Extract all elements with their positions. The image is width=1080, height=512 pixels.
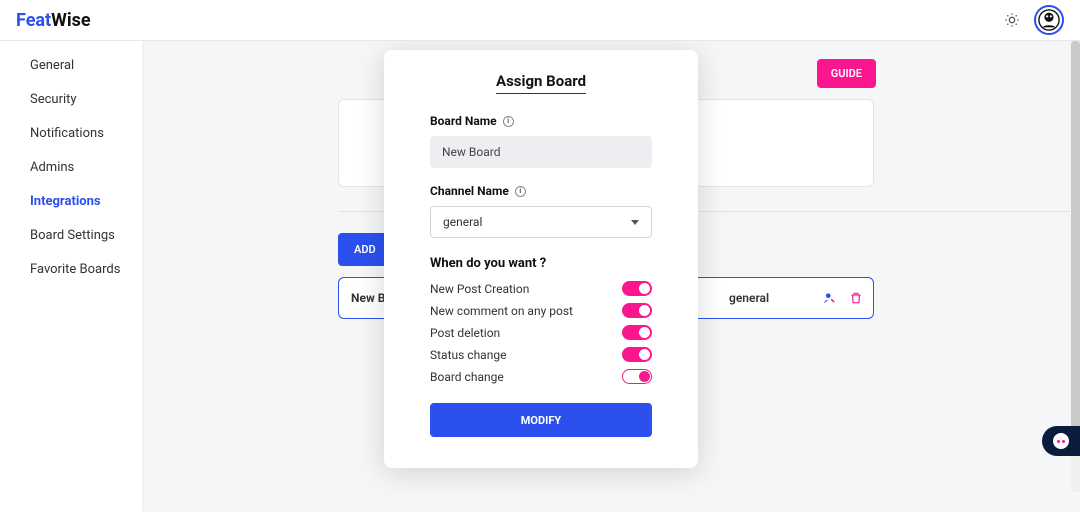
topbar-right: [1004, 5, 1064, 35]
avatar[interactable]: [1034, 5, 1064, 35]
sidebar-item-security[interactable]: Security: [0, 85, 142, 115]
toggle-new-post[interactable]: [622, 281, 652, 296]
logo-part1: Feat: [16, 10, 51, 31]
channel-name-label: Channel Name i: [430, 184, 652, 198]
guide-button[interactable]: GUIDE: [817, 59, 876, 88]
toggle-row-post-deletion: Post deletion: [430, 325, 652, 340]
board-name-input: New Board: [430, 136, 652, 168]
board-chip-1-label: New B: [351, 291, 385, 305]
theme-toggle-icon[interactable]: [1004, 12, 1020, 28]
assign-board-modal: Assign Board Board Name i New Board Chan…: [384, 50, 698, 468]
channel-chip-label: general: [729, 291, 769, 305]
sidebar-item-board-settings[interactable]: Board Settings: [0, 221, 142, 251]
channel-name-select[interactable]: general: [430, 206, 652, 238]
sidebar-item-admins[interactable]: Admins: [0, 153, 142, 183]
toggle-status-change[interactable]: [622, 347, 652, 362]
sidebar-item-general[interactable]: General: [0, 51, 142, 81]
chat-widget[interactable]: [1042, 426, 1080, 456]
toggle-row-new-comment: New comment on any post: [430, 303, 652, 318]
modify-button[interactable]: MODIFY: [430, 403, 652, 437]
scrollbar[interactable]: [1071, 41, 1080, 492]
toggle-post-deletion[interactable]: [622, 325, 652, 340]
sidebar-item-notifications[interactable]: Notifications: [0, 119, 142, 149]
board-name-label: Board Name i: [430, 114, 652, 128]
toggle-board-change[interactable]: [622, 369, 652, 384]
modal-title: Assign Board: [496, 72, 586, 94]
sidebar: General Security Notifications Admins In…: [0, 41, 142, 512]
edit-user-icon[interactable]: [823, 291, 837, 305]
info-icon[interactable]: i: [503, 116, 514, 127]
toggle-row-new-post: New Post Creation: [430, 281, 652, 296]
toggle-row-status-change: Status change: [430, 347, 652, 362]
scrollbar-thumb[interactable]: [1071, 41, 1080, 441]
logo[interactable]: FeatWise: [16, 10, 91, 31]
sidebar-item-favorite-boards[interactable]: Favorite Boards: [0, 255, 142, 285]
channel-chip-actions: [823, 291, 863, 305]
info-icon[interactable]: i: [515, 186, 526, 197]
content-area: GUIDE ons ? ADD New B general Assign Boa…: [142, 41, 1071, 512]
toggle-new-comment[interactable]: [622, 303, 652, 318]
logo-part2: Wise: [51, 10, 90, 31]
toggle-row-board-change: Board change: [430, 369, 652, 384]
when-question: When do you want ?: [430, 256, 652, 271]
chat-icon: [1053, 433, 1069, 449]
topbar: FeatWise: [0, 0, 1080, 41]
sidebar-item-integrations[interactable]: Integrations: [0, 187, 142, 217]
trash-icon[interactable]: [849, 291, 863, 305]
